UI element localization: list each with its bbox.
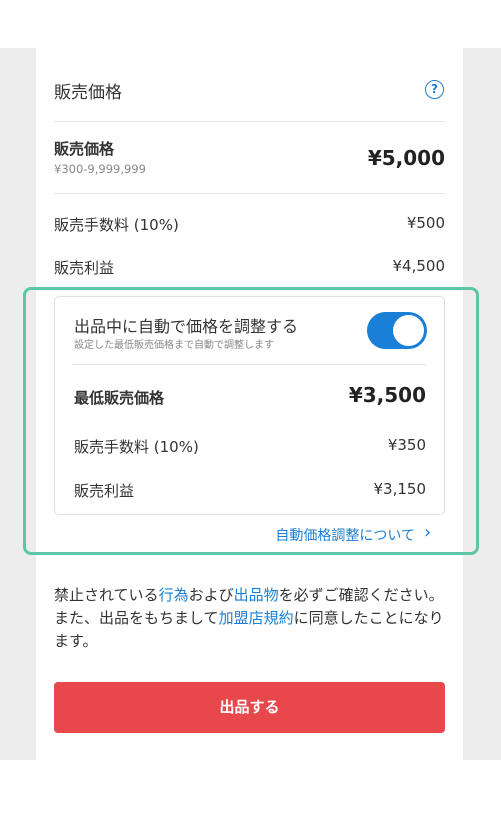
price-input[interactable]: ¥5,000 (368, 146, 445, 170)
auto-fee-label: 販売手数料 (10%) (74, 438, 199, 456)
price-label: 販売価格 (54, 140, 115, 158)
min-price-label: 最低販売価格 (74, 389, 165, 407)
member-terms-link[interactable]: 加盟店規約 (219, 609, 294, 627)
auto-adjust-title: 出品中に自動で価格を調整する (74, 317, 299, 336)
chevron-right-icon[interactable]: › (424, 522, 431, 543)
price-range: ¥300-9,999,999 (54, 162, 146, 176)
section-title: 販売価格 (54, 83, 122, 103)
divider (72, 364, 427, 365)
prohibited-acts-link[interactable]: 行為 (159, 586, 189, 604)
auto-adjust-subtitle: 設定した最低販売価格まで自動で調整します (74, 340, 274, 351)
auto-price-info-link[interactable]: 自動価格調整について (275, 525, 415, 545)
notice-text: および (188, 586, 234, 604)
auto-fee-value: ¥350 (387, 436, 426, 454)
min-price-input[interactable]: ¥3,500 (349, 383, 426, 407)
terms-notice: 禁止されている行為および出品物を必ずご確認ください。また、出品をもちまして加盟店… (54, 584, 446, 653)
submit-listing-button[interactable]: 出品する (54, 682, 445, 733)
fee-label: 販売手数料 (10%) (54, 216, 179, 234)
prohibited-items-link[interactable]: 出品物 (234, 586, 279, 604)
divider (54, 121, 445, 122)
profit-label: 販売利益 (54, 259, 115, 277)
auto-profit-label: 販売利益 (74, 482, 135, 500)
auto-adjust-toggle[interactable] (367, 312, 427, 349)
notice-text: 禁止されている (54, 586, 159, 604)
help-icon[interactable]: ? (425, 80, 444, 99)
fee-value: ¥500 (406, 214, 445, 232)
toggle-knob (393, 315, 424, 346)
auto-profit-value: ¥3,150 (373, 480, 427, 498)
profit-value: ¥4,500 (392, 257, 446, 275)
divider (54, 193, 445, 194)
